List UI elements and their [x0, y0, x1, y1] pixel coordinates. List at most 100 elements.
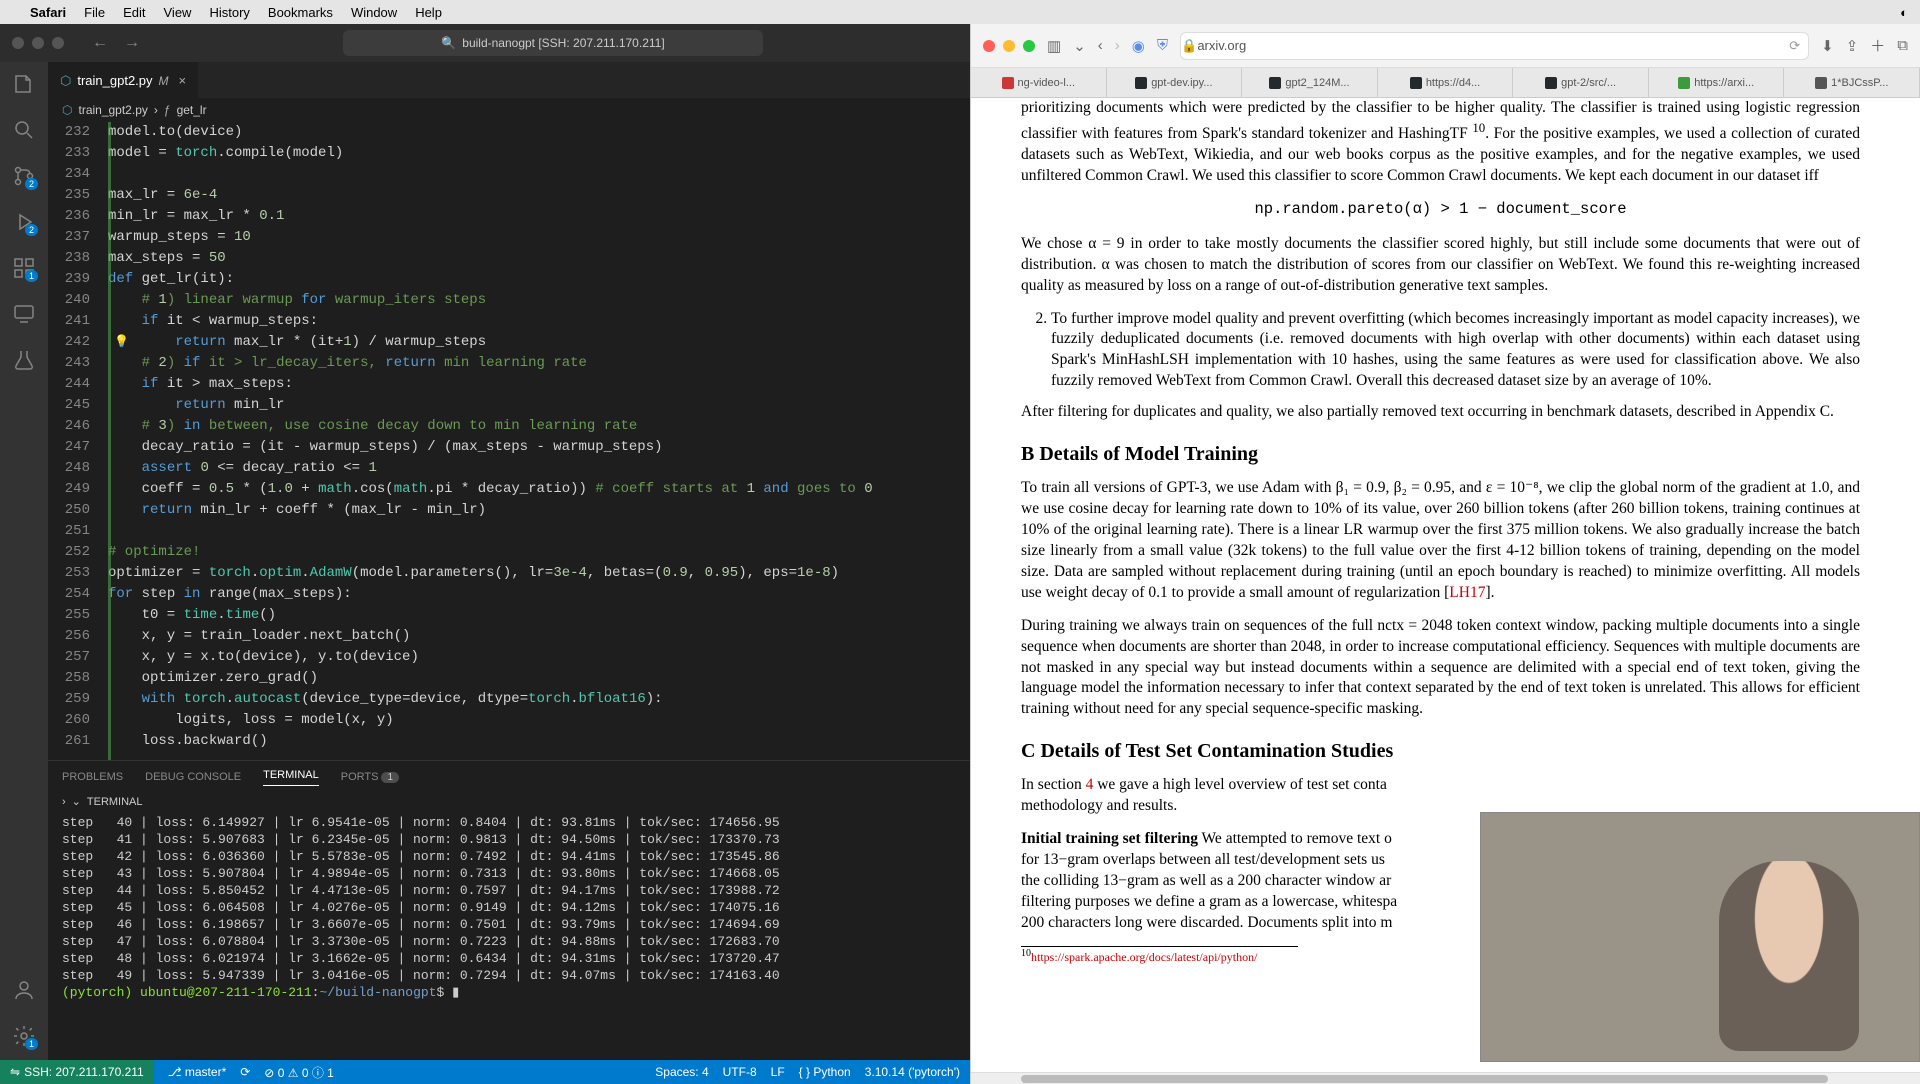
- safari-tab[interactable]: gpt-dev.ipy...: [1107, 68, 1243, 97]
- status-spaces[interactable]: Spaces: 4: [655, 1065, 708, 1079]
- debug-badge: 2: [25, 224, 38, 236]
- status-problems[interactable]: ⊘ 0 ⚠ 0 ⓘ 1: [264, 1064, 334, 1081]
- account-icon[interactable]: [12, 978, 36, 1002]
- menu-edit[interactable]: Edit: [123, 5, 145, 20]
- terminal-content[interactable]: step 40 | loss: 6.149927 | lr 6.9541e-05…: [48, 810, 970, 1060]
- safari-tab[interactable]: https://d4...: [1378, 68, 1514, 97]
- panel-tab-problems[interactable]: PROBLEMS: [62, 771, 123, 783]
- editor-area: ⬡ train_gpt2.py M × ⬡ train_gpt2.py › ƒ …: [48, 62, 970, 1060]
- settings-badge: 1: [25, 1038, 38, 1050]
- heading-c: C Details of Test Set Contamination Stud…: [1021, 738, 1860, 765]
- nav-back-icon[interactable]: ‹: [1098, 37, 1103, 54]
- extensions-icon[interactable]: 1: [12, 256, 36, 280]
- settings-icon[interactable]: 1: [12, 1024, 36, 1048]
- editor-tabs: ⬡ train_gpt2.py M ×: [48, 62, 970, 98]
- testing-icon[interactable]: [12, 348, 36, 372]
- line-gutter: 2322332342352362372382392402412422432442…: [48, 122, 108, 760]
- safari-window: ▥ ⌄ ‹ › ◉ ⛨ 🔒 arxiv.org ⟳ ⬇ ⇪ ＋ ⧉ ng-vid…: [970, 24, 1920, 1084]
- scm-icon[interactable]: 2: [12, 164, 36, 188]
- chevron-right-icon[interactable]: ›: [62, 796, 66, 808]
- explorer-icon[interactable]: [12, 72, 36, 96]
- status-eol[interactable]: LF: [771, 1065, 785, 1079]
- nav-back-icon[interactable]: ←: [92, 34, 108, 52]
- horizontal-scrollbar[interactable]: [971, 1072, 1920, 1084]
- sidebar-icon[interactable]: ▥: [1047, 37, 1061, 55]
- menu-window[interactable]: Window: [351, 5, 397, 20]
- safari-tab[interactable]: https://arxi...: [1649, 68, 1785, 97]
- search-icon: 🔍: [441, 36, 456, 50]
- panel-tab-ports[interactable]: PORTS1: [341, 771, 399, 783]
- safari-tab[interactable]: gpt-2/src/...: [1513, 68, 1649, 97]
- safari-tabs: ng-video-l...gpt-dev.ipy...gpt2_124M...h…: [971, 68, 1920, 98]
- paper-para: In section 4 we gave a high level overvi…: [1021, 775, 1860, 817]
- code-content[interactable]: model.to(device)model = torch.compile(mo…: [108, 122, 970, 760]
- footnote-link[interactable]: https://spark.apache.org/docs/latest/api…: [1031, 950, 1257, 964]
- chevron-right-icon: ›: [154, 103, 158, 117]
- panel-tab-debug[interactable]: DEBUG CONSOLE: [145, 771, 241, 783]
- scm-badge: 2: [25, 178, 38, 190]
- menu-file[interactable]: File: [84, 5, 105, 20]
- tab-modified: M: [159, 74, 169, 88]
- status-branch[interactable]: ⎇ master*: [168, 1065, 227, 1079]
- downloads-icon[interactable]: ⬇: [1821, 37, 1834, 55]
- menubar-status-icon[interactable]: ◐: [1900, 5, 1908, 20]
- privacy-icon[interactable]: ◉: [1132, 37, 1145, 55]
- safari-tab[interactable]: 1*BJCssP...: [1784, 68, 1920, 97]
- tabs-icon[interactable]: ⧉: [1897, 37, 1908, 54]
- search-icon[interactable]: [12, 118, 36, 142]
- vscode-traffic-lights[interactable]: [12, 37, 64, 49]
- status-lang[interactable]: { } Python: [799, 1065, 851, 1079]
- paper-para: After filtering for duplicates and quali…: [1021, 402, 1860, 423]
- chevron-down-icon[interactable]: ⌄: [72, 795, 81, 808]
- nav-fwd-icon[interactable]: →: [124, 34, 140, 52]
- reload-icon[interactable]: ⟳: [1789, 38, 1800, 54]
- tab-train-gpt2[interactable]: ⬡ train_gpt2.py M ×: [48, 62, 198, 98]
- status-remote[interactable]: ⇋SSH: 207.211.170.211: [0, 1060, 154, 1084]
- menu-view[interactable]: View: [164, 5, 192, 20]
- status-encoding[interactable]: UTF-8: [723, 1065, 757, 1079]
- breadcrumb-file: train_gpt2.py: [78, 103, 147, 117]
- share-icon[interactable]: ⇪: [1846, 37, 1859, 55]
- remote-icon: ⇋: [10, 1065, 20, 1079]
- tab-close-icon[interactable]: ×: [179, 73, 187, 88]
- safari-toolbar: ▥ ⌄ ‹ › ◉ ⛨ 🔒 arxiv.org ⟳ ⬇ ⇪ ＋ ⧉: [971, 24, 1920, 68]
- menu-help[interactable]: Help: [415, 5, 442, 20]
- vscode-titlebar: ← → 🔍build-nanogpt [SSH: 207.211.170.211]: [0, 24, 970, 62]
- address-bar[interactable]: 🔒 arxiv.org ⟳: [1180, 32, 1809, 60]
- lock-icon: 🔒: [1181, 38, 1197, 54]
- address-text: arxiv.org: [1197, 38, 1246, 53]
- activity-bar: 2 2 1 1: [0, 62, 48, 1060]
- nav-fwd-icon[interactable]: ›: [1115, 37, 1120, 54]
- status-sync[interactable]: ⟳: [240, 1065, 250, 1079]
- code-editor[interactable]: 💡 23223323423523623723823924024124224324…: [48, 122, 970, 760]
- new-tab-icon[interactable]: ＋: [1870, 35, 1885, 56]
- breadcrumb[interactable]: ⬡ train_gpt2.py › ƒ get_lr: [48, 98, 970, 122]
- citation-link[interactable]: LH17: [1449, 584, 1485, 601]
- vscode-window: ← → 🔍build-nanogpt [SSH: 207.211.170.211]…: [0, 24, 970, 1084]
- ext-badge: 1: [25, 270, 38, 282]
- function-icon: ƒ: [164, 103, 171, 117]
- bottom-panel: PROBLEMS DEBUG CONSOLE TERMINAL PORTS1 ›…: [48, 760, 970, 1060]
- safari-tab[interactable]: gpt2_124M...: [1242, 68, 1378, 97]
- chevron-down-icon[interactable]: ⌄: [1073, 37, 1086, 55]
- terminal-label: TERMINAL: [87, 796, 143, 808]
- menu-bookmarks[interactable]: Bookmarks: [268, 5, 333, 20]
- lightbulb-icon[interactable]: 💡: [114, 332, 129, 353]
- panel-tab-terminal[interactable]: TERMINAL: [263, 769, 319, 786]
- ports-badge: 1: [381, 772, 399, 783]
- remote-icon[interactable]: [12, 302, 36, 326]
- debug-icon[interactable]: 2: [12, 210, 36, 234]
- python-file-icon: ⬡: [62, 103, 72, 117]
- paper-content[interactable]: prioritizing documents which were predic…: [971, 98, 1920, 1072]
- tab-filename: train_gpt2.py: [77, 73, 152, 88]
- app-name[interactable]: Safari: [30, 5, 66, 20]
- safari-traffic-lights[interactable]: [983, 40, 1035, 52]
- command-center[interactable]: 🔍build-nanogpt [SSH: 207.211.170.211]: [343, 30, 763, 56]
- status-python[interactable]: 3.10.14 ('pytorch'): [865, 1065, 960, 1079]
- paper-list-item: To further improve model quality and pre…: [1051, 309, 1860, 393]
- menu-history[interactable]: History: [209, 5, 249, 20]
- safari-tab[interactable]: ng-video-l...: [971, 68, 1107, 97]
- shield-icon[interactable]: ⛨: [1157, 37, 1168, 54]
- git-gutter: [108, 122, 111, 760]
- statusbar: ⇋SSH: 207.211.170.211 ⎇ master* ⟳ ⊘ 0 ⚠ …: [0, 1060, 970, 1084]
